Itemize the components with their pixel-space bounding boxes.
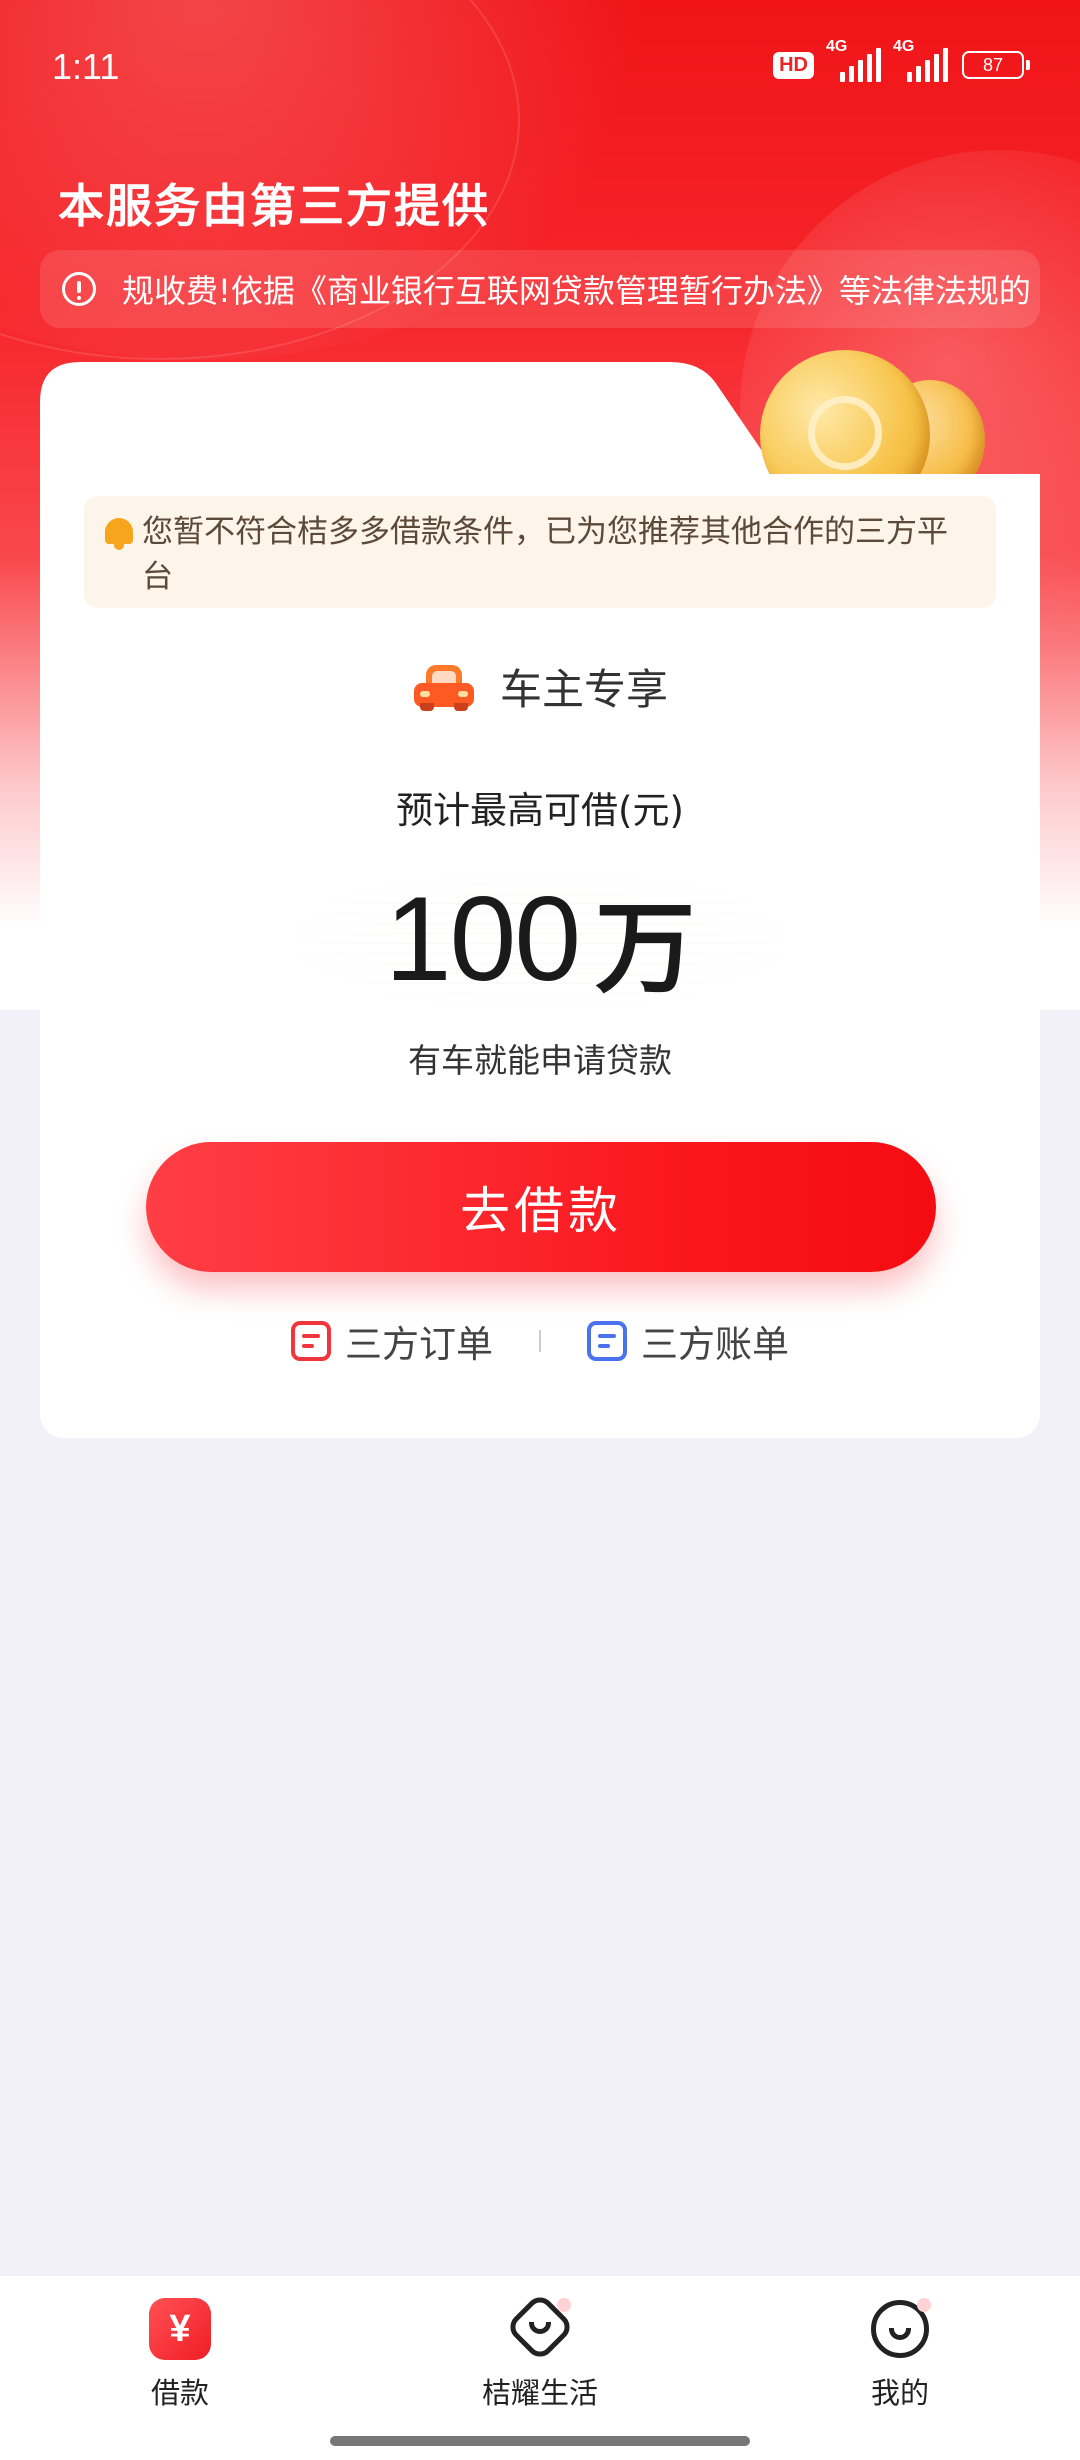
network-type-label: 4G bbox=[893, 38, 915, 55]
signal-icon: 4G bbox=[893, 38, 948, 82]
order-document-icon bbox=[291, 1321, 331, 1361]
nav-item-mine[interactable]: 我的 bbox=[800, 2298, 1000, 2412]
orders-label: 三方订单 bbox=[345, 1323, 493, 1366]
signal-icon: 4G bbox=[826, 38, 881, 82]
bell-icon bbox=[102, 516, 136, 552]
amount-number: 100 bbox=[384, 872, 581, 1006]
category-label: 车主专享 bbox=[499, 665, 668, 714]
nav-label: 借款 bbox=[150, 2376, 209, 2410]
nav-item-loan[interactable]: ¥ 借款 bbox=[80, 2298, 280, 2412]
status-bar: 1:11 HD 4G 4G 87 bbox=[0, 0, 1080, 130]
nav-label: 桔耀生活 bbox=[481, 2376, 598, 2410]
car-icon bbox=[412, 663, 476, 711]
nav-item-life[interactable]: 桔耀生活 bbox=[440, 2291, 640, 2412]
status-icons: HD 4G 4G 87 bbox=[773, 38, 1030, 82]
eligibility-warning: 您暂不符合桔多多借款条件，已为您推荐其他合作的三方平台 bbox=[84, 496, 996, 608]
home-indicator[interactable] bbox=[330, 2436, 750, 2446]
heart-diamond-icon bbox=[504, 2291, 576, 2363]
warning-text: 您暂不符合桔多多借款条件，已为您推荐其他合作的三方平台 bbox=[142, 514, 948, 595]
loan-amount: 100 万 bbox=[280, 864, 800, 1014]
hd-voice-icon: HD bbox=[773, 51, 814, 79]
bills-label: 三方账单 bbox=[641, 1323, 789, 1366]
status-time: 1:11 bbox=[52, 46, 120, 87]
category-header: 车主专享 bbox=[40, 656, 1040, 717]
bottom-navigation: ¥ 借款 桔耀生活 我的 bbox=[0, 2275, 1080, 2460]
estimate-label: 预计最高可借(元) bbox=[396, 789, 684, 832]
third-party-bills-link[interactable]: 三方账单 bbox=[587, 1314, 789, 1368]
third-party-orders-link[interactable]: 三方订单 bbox=[291, 1314, 493, 1368]
notice-text: 规收费!依据《商业银行互联网贷款管理暂行办法》等法律法规的 bbox=[122, 272, 1031, 310]
divider bbox=[539, 1330, 541, 1352]
loan-card: 您暂不符合桔多多借款条件，已为您推荐其他合作的三方平台 车主专享 预计最高可借(… bbox=[40, 474, 1040, 1438]
notice-banner[interactable]: 规收费!依据《商业银行互联网贷款管理暂行办法》等法律法规的 bbox=[40, 250, 1040, 328]
battery-icon: 87 bbox=[962, 51, 1030, 79]
amount-unit: 万 bbox=[595, 889, 696, 1007]
battery-level: 87 bbox=[962, 51, 1024, 79]
page-title: 本服务由第三方提供 bbox=[58, 179, 490, 233]
info-icon bbox=[62, 272, 96, 306]
nav-label: 我的 bbox=[870, 2376, 929, 2410]
bill-document-icon bbox=[587, 1321, 627, 1361]
amount-subtitle: 有车就能申请贷款 bbox=[408, 1041, 672, 1080]
yen-icon: ¥ bbox=[149, 2298, 211, 2360]
network-type-label: 4G bbox=[826, 38, 848, 55]
third-party-links: 三方订单 三方账单 bbox=[40, 1314, 1040, 1368]
smiley-face-icon bbox=[867, 2298, 933, 2360]
borrow-button[interactable]: 去借款 bbox=[146, 1142, 936, 1272]
